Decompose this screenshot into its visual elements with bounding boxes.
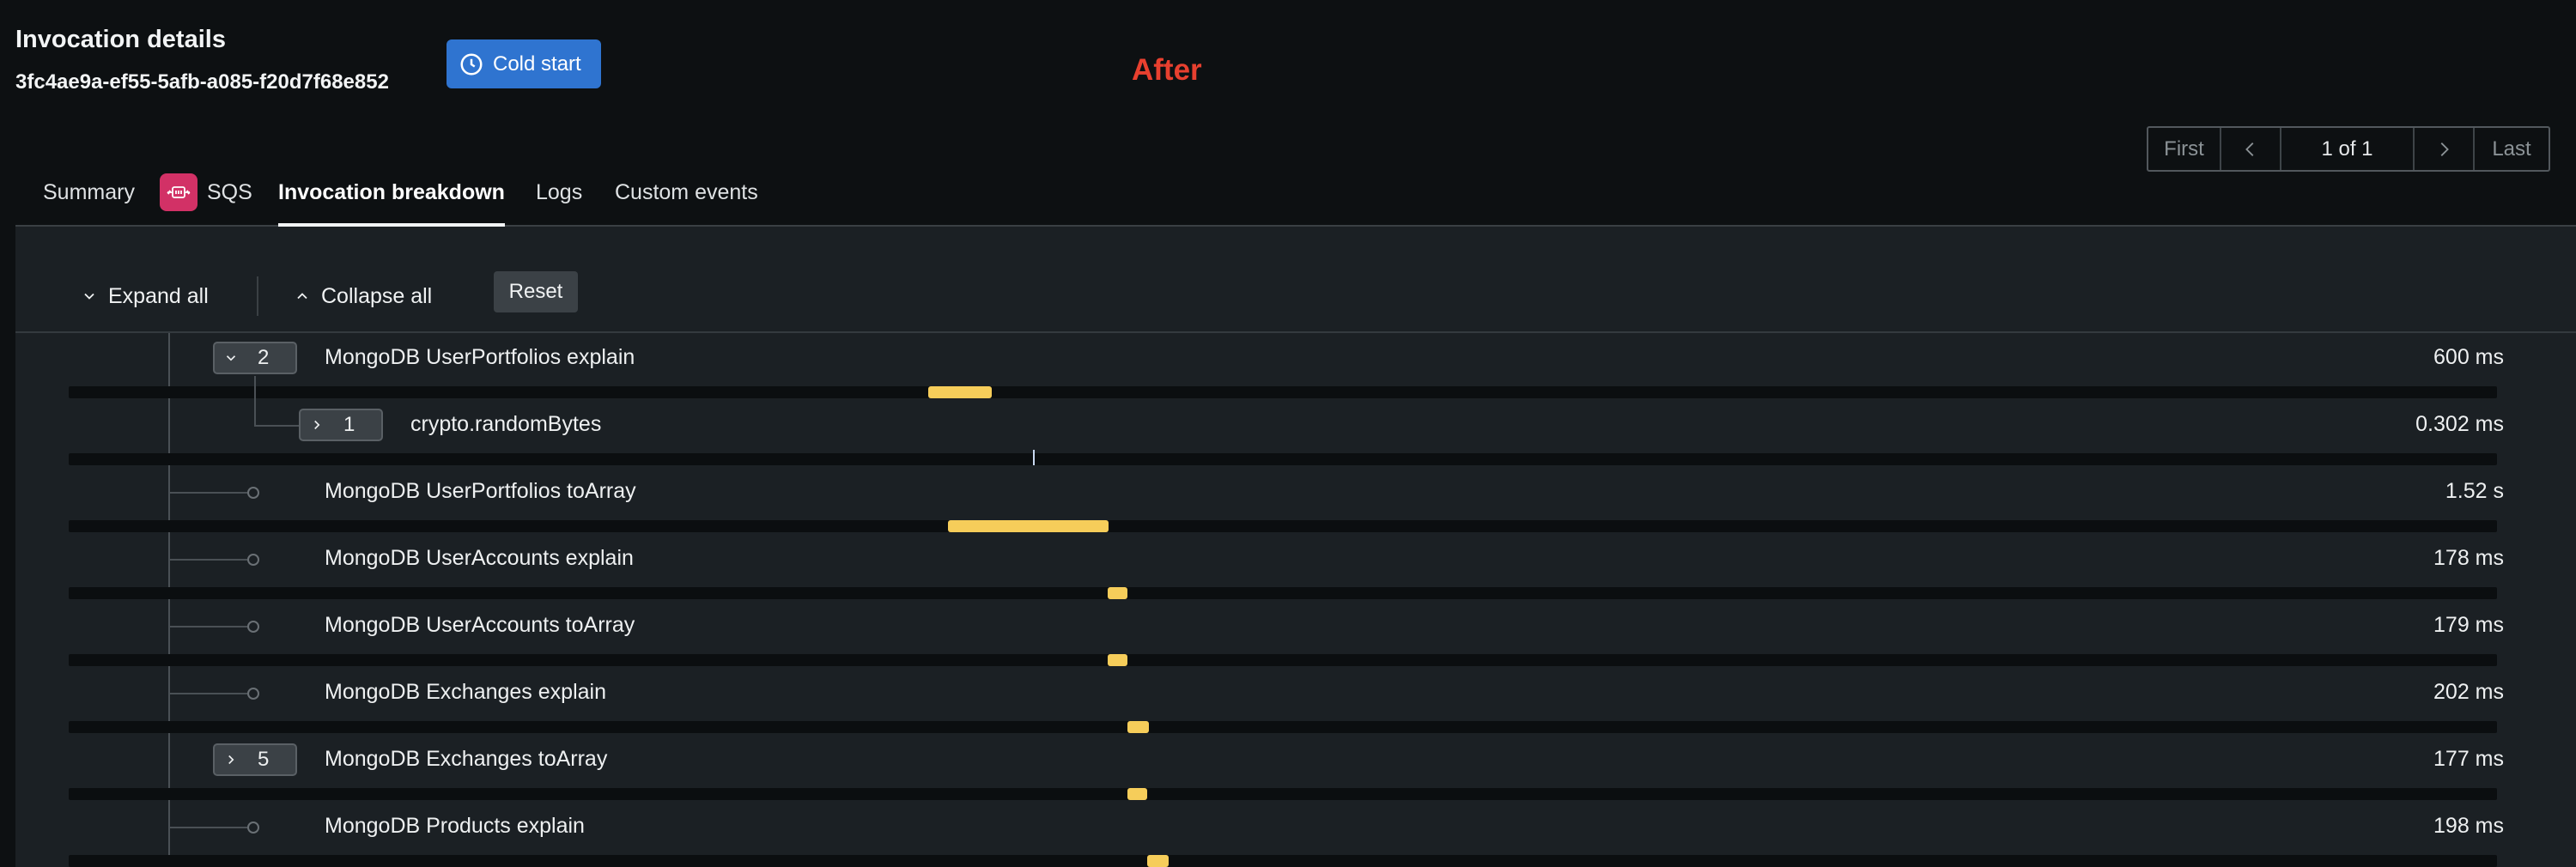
timeline-track [69, 855, 2497, 867]
span-duration: 1.52 s [2445, 479, 2504, 503]
expand-all-button[interactable]: Expand all [81, 276, 209, 316]
timeline-bar [928, 386, 992, 398]
span-name: MongoDB UserPortfolios explain [325, 345, 635, 369]
tab-custom-events[interactable]: Custom events [615, 180, 758, 227]
child-count: 5 [258, 748, 270, 771]
span-row[interactable]: 5 MongoDB Exchanges toArray 177 ms [15, 735, 2576, 802]
span-duration: 202 ms [2433, 680, 2504, 704]
tab-logs[interactable]: Logs [536, 180, 582, 227]
page-status: 1 of 1 [2281, 128, 2415, 170]
cold-start-badge: Cold start [447, 39, 601, 88]
chevron-right-icon [2440, 142, 2449, 156]
toolbar-divider [257, 276, 258, 316]
child-connector [254, 376, 256, 426]
span-row[interactable]: MongoDB UserAccounts toArray 179 ms [15, 601, 2576, 668]
leaf-connector [168, 626, 247, 628]
chevron-right-icon [228, 755, 234, 765]
tab-summary[interactable]: Summary [43, 180, 135, 227]
clock-icon [460, 53, 483, 75]
cold-start-label: Cold start [493, 52, 581, 76]
expand-all-label: Expand all [108, 283, 209, 308]
breakdown-toolbar: Expand all Collapse all Reset [15, 268, 2576, 333]
timeline-bar [1108, 654, 1127, 666]
collapse-all-label: Collapse all [321, 283, 433, 308]
page-title: Invocation details [15, 26, 226, 53]
sqs-icon [160, 173, 197, 211]
span-name: MongoDB UserAccounts toArray [325, 613, 635, 637]
span-row[interactable]: 1 crypto.randomBytes 0.302 ms [15, 376, 2576, 467]
leaf-node-icon [247, 822, 259, 834]
timeline-bar [1147, 855, 1169, 867]
span-row[interactable]: 2 MongoDB UserPortfolios explain 600 ms [15, 333, 2576, 400]
span-name: MongoDB Exchanges explain [325, 680, 606, 704]
span-duration: 179 ms [2433, 613, 2504, 637]
reset-button[interactable]: Reset [494, 271, 578, 312]
chevron-up-icon [297, 293, 307, 300]
span-name: MongoDB UserAccounts explain [325, 546, 634, 570]
chevron-down-icon [84, 293, 94, 300]
leaf-connector [168, 693, 247, 694]
tab-invocation-breakdown[interactable]: Invocation breakdown [278, 180, 505, 227]
collapse-span-toggle[interactable]: 2 [213, 342, 297, 374]
span-duration: 177 ms [2433, 747, 2504, 771]
timeline-bar [948, 520, 1109, 532]
span-row[interactable]: MongoDB UserAccounts explain 178 ms [15, 534, 2576, 601]
timeline-bar [1127, 788, 1147, 800]
previous-page-button[interactable] [2221, 128, 2281, 170]
chevron-down-icon [226, 355, 236, 361]
span-name: crypto.randomBytes [410, 412, 602, 436]
span-duration: 0.302 ms [2415, 412, 2504, 436]
span-row[interactable]: MongoDB Exchanges explain 202 ms [15, 668, 2576, 735]
timeline-track [69, 721, 2497, 733]
timeline-track [69, 450, 2497, 465]
span-name: MongoDB Products explain [325, 814, 585, 838]
collapse-all-button[interactable]: Collapse all [294, 276, 432, 316]
tab-sqs[interactable]: SQS [207, 180, 252, 227]
after-annotation: After [1132, 53, 1202, 87]
timeline-track [69, 587, 2497, 599]
expand-span-toggle[interactable]: 5 [213, 743, 297, 776]
invocation-id: 3fc4ae9a-ef55-5afb-a085-f20d7f68e852 [15, 70, 389, 94]
pagination: First 1 of 1 Last [2147, 126, 2550, 172]
leaf-node-icon [247, 688, 259, 700]
leaf-node-icon [247, 487, 259, 499]
timeline-bar [1127, 721, 1149, 733]
chevron-right-icon [314, 420, 320, 430]
span-duration: 600 ms [2433, 345, 2504, 369]
timeline-track [69, 788, 2497, 800]
tab-bar: Summary SQS Invocation breakdown Logs Cu… [15, 168, 2576, 227]
span-name: MongoDB Exchanges toArray [325, 747, 608, 771]
last-page-button[interactable]: Last [2475, 128, 2549, 170]
timeline-track [69, 520, 2497, 532]
timeline-track [69, 386, 2497, 398]
leaf-node-icon [247, 554, 259, 566]
first-page-button[interactable]: First [2148, 128, 2221, 170]
leaf-connector [168, 559, 247, 561]
timeline-bar [1033, 450, 1035, 465]
child-count: 2 [258, 346, 270, 369]
span-name: MongoDB UserPortfolios toArray [325, 479, 636, 503]
span-list: 2 MongoDB UserPortfolios explain 600 ms 1 cr… [15, 333, 2576, 867]
leaf-connector [168, 492, 247, 494]
timeline-track [69, 654, 2497, 666]
child-count: 1 [343, 413, 355, 436]
timeline-bar [1108, 587, 1127, 599]
span-row[interactable]: MongoDB UserPortfolios toArray 1.52 s [15, 467, 2576, 534]
child-connector [254, 425, 299, 427]
next-page-button[interactable] [2415, 128, 2475, 170]
leaf-connector [168, 827, 247, 828]
span-row[interactable]: MongoDB Products explain 198 ms [15, 802, 2576, 867]
breakdown-panel: Expand all Collapse all Reset 2 MongoDB U… [15, 227, 2576, 867]
leaf-node-icon [247, 621, 259, 633]
span-duration: 178 ms [2433, 546, 2504, 570]
chevron-left-icon [2245, 142, 2254, 156]
expand-span-toggle[interactable]: 1 [299, 409, 383, 441]
span-duration: 198 ms [2433, 814, 2504, 838]
